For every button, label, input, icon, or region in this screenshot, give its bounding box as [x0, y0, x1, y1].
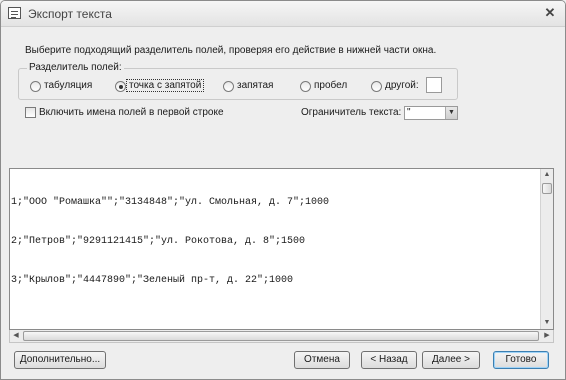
preview-lines: 1;"ООО "Ромашка"";"3134848";"ул. Смольна… [11, 170, 329, 313]
vertical-scrollbar[interactable]: ▲ ▼ [540, 169, 553, 329]
radio-space-label: пробел [314, 80, 348, 91]
include-field-names-label: Включить имена полей в первой строке [39, 107, 224, 118]
export-text-dialog: Экспорт текста ✕ Выберите подходящий раз… [0, 0, 566, 380]
preview-line: 2;"Петров";"9291121415";"ул. Рокотова, д… [11, 236, 306, 247]
preview-line: 1;"ООО "Ромашка"";"3134848";"ул. Смольна… [11, 197, 330, 208]
dialog-icon [8, 7, 21, 19]
text-qualifier-value: " [407, 107, 411, 118]
include-field-names-checkbox[interactable] [25, 107, 36, 118]
other-delimiter-input[interactable] [426, 77, 442, 93]
scroll-thumb[interactable] [23, 331, 539, 341]
radio-button[interactable] [300, 81, 311, 92]
next-button[interactable]: Далее > [422, 351, 480, 369]
preview-line: 3;"Крылов";"4447890";"Зеленый пр-т, д. 2… [11, 275, 294, 286]
text-qualifier-select[interactable]: " ▼ [404, 106, 458, 120]
radio-button[interactable] [30, 81, 41, 92]
radio-button-selected[interactable] [115, 81, 126, 92]
window-title: Экспорт текста [28, 7, 112, 21]
text-qualifier-label: Ограничитель текста: [301, 107, 402, 118]
arrow-left-icon[interactable]: ◀ [10, 330, 22, 342]
advanced-button[interactable]: Дополнительно... [14, 351, 106, 369]
arrow-up-icon[interactable]: ▲ [541, 169, 553, 181]
radio-button[interactable] [371, 81, 382, 92]
radio-button[interactable] [223, 81, 234, 92]
arrow-right-icon[interactable]: ▶ [541, 330, 553, 342]
back-button[interactable]: < Назад [361, 351, 417, 369]
arrow-down-icon[interactable]: ▼ [541, 317, 553, 329]
delimiter-legend: Разделитель полей: [27, 62, 124, 73]
instruction-text: Выберите подходящий разделитель полей, п… [25, 45, 437, 56]
radio-other-label: другой: [385, 80, 419, 91]
chevron-down-icon[interactable]: ▼ [445, 107, 457, 119]
title-bar: Экспорт текста ✕ [1, 1, 565, 27]
radio-tab-label: табуляция [44, 80, 93, 91]
scroll-thumb[interactable] [542, 183, 552, 194]
radio-semicolon-label: точка с запятой [125, 79, 205, 92]
horizontal-scrollbar[interactable]: ◀ ▶ [9, 330, 554, 343]
radio-comma-label: запятая [237, 80, 274, 91]
close-icon[interactable]: ✕ [543, 6, 557, 20]
cancel-button[interactable]: Отмена [294, 351, 350, 369]
preview-area[interactable]: 1;"ООО "Ромашка"";"3134848";"ул. Смольна… [9, 168, 554, 330]
finish-button[interactable]: Готово [493, 351, 549, 369]
